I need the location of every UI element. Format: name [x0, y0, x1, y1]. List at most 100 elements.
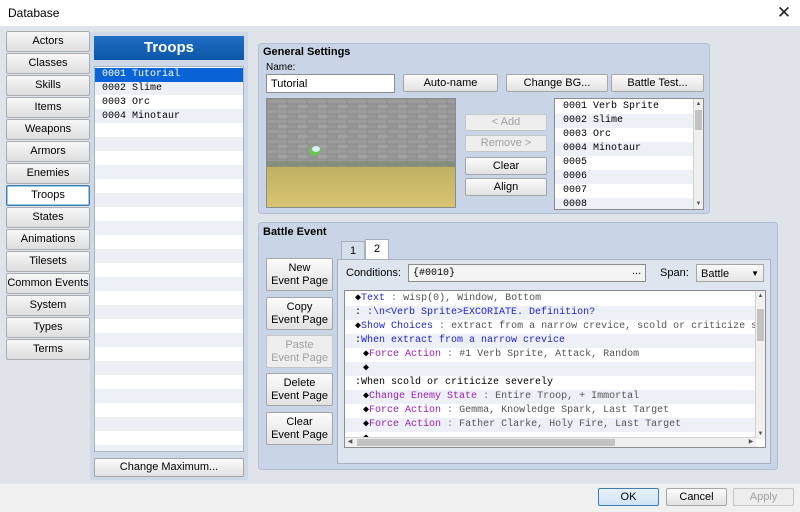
member-row[interactable]: 0007: [555, 184, 695, 198]
nav-items[interactable]: Items: [6, 97, 90, 118]
command-bullet: ◆: [363, 363, 370, 374]
nav-armors[interactable]: Armors: [6, 141, 90, 162]
battle-test-button[interactable]: Battle Test...: [611, 74, 704, 92]
clear-page-line1: Clear: [286, 415, 313, 428]
span-label: Span:: [660, 267, 689, 279]
cancel-button[interactable]: Cancel: [666, 488, 727, 506]
nav-weapons[interactable]: Weapons: [6, 119, 90, 140]
troop-row[interactable]: 0003 Orc: [95, 96, 243, 110]
conditions-ellipsis-button[interactable]: ...: [632, 265, 641, 277]
change-bg-button[interactable]: Change BG...: [506, 74, 608, 92]
scroll-up-icon[interactable]: ▲: [756, 291, 765, 301]
troops-header: Troops: [94, 36, 244, 60]
title-bar: Database ✕: [0, 0, 800, 26]
clear-members-button[interactable]: Clear: [465, 157, 547, 175]
tab-page-1[interactable]: 1: [341, 241, 365, 261]
nav-tilesets[interactable]: Tilesets: [6, 251, 90, 272]
remove-member-button[interactable]: Remove >: [465, 135, 547, 152]
scroll-left-icon[interactable]: ◀: [345, 438, 355, 447]
event-command-line[interactable]: ◆Text : wisp(0), Window, Bottom: [345, 292, 756, 306]
nav-troops[interactable]: Troops: [6, 185, 90, 206]
command-args: Gemma, Knowledge Spark, Last Target: [459, 405, 670, 416]
add-member-button[interactable]: < Add: [465, 114, 547, 131]
ok-button[interactable]: OK: [598, 488, 659, 506]
nav-terms[interactable]: Terms: [6, 339, 90, 360]
member-row[interactable]: 0005: [555, 156, 695, 170]
nav-types[interactable]: Types: [6, 317, 90, 338]
command-args: wisp(0), Window, Bottom: [403, 293, 542, 304]
event-command-line[interactable]: ◆Force Action : #1 Verb Sprite, Attack, …: [345, 348, 756, 362]
command-name: Change Enemy State: [369, 391, 478, 402]
nav-states[interactable]: States: [6, 207, 90, 228]
event-command-line[interactable]: :When scold or criticize severely: [345, 376, 756, 390]
scroll-down-icon[interactable]: ▼: [694, 199, 703, 209]
command-separator: :: [433, 321, 452, 332]
scroll-thumb[interactable]: [757, 309, 764, 341]
chevron-down-icon: ▼: [751, 269, 759, 278]
auto-name-button[interactable]: Auto-name: [403, 74, 498, 92]
change-maximum-button[interactable]: Change Maximum...: [94, 458, 244, 477]
event-list-vscroll[interactable]: ▲ ▼: [755, 291, 765, 439]
troop-row[interactable]: 0001 Tutorial: [95, 68, 243, 82]
scroll-down-icon[interactable]: ▼: [756, 429, 765, 439]
command-args: Entire Troop, + Immortal: [495, 391, 640, 402]
clear-page-line2: Event Page: [271, 428, 328, 441]
paste-event-page-button[interactable]: Paste Event Page: [266, 335, 333, 368]
scroll-thumb[interactable]: [695, 110, 702, 130]
hscroll-thumb[interactable]: [357, 439, 615, 446]
close-icon[interactable]: ✕: [772, 2, 796, 24]
member-row[interactable]: 0002 Slime: [555, 114, 695, 128]
event-command-line[interactable]: ◆Show Choices : extract from a narrow cr…: [345, 320, 756, 334]
event-list-hscroll[interactable]: ◀ ▶: [345, 437, 756, 447]
troop-row[interactable]: 0002 Slime: [95, 82, 243, 96]
command-name: Force Action: [369, 349, 442, 360]
event-command-line[interactable]: :When extract from a narrow crevice: [345, 334, 756, 348]
paste-page-line2: Event Page: [271, 351, 328, 364]
copy-event-page-button[interactable]: Copy Event Page: [266, 297, 333, 330]
enemy-member-list[interactable]: 0008 0007 0006 0005 0004 Minotaur 0003 Orc 000…: [554, 98, 704, 210]
span-value: Battle: [701, 268, 730, 280]
nav-common-events[interactable]: Common Events: [6, 273, 90, 294]
member-row[interactable]: 0003 Orc: [555, 128, 695, 142]
member-row[interactable]: 0004 Minotaur: [555, 142, 695, 156]
command-args: extract from a narrow crevice, scold or …: [451, 321, 756, 332]
troop-list[interactable]: 0001 Tutorial 0002 Slime 0003 Orc 0004 Mino…: [94, 66, 244, 452]
nav-animations[interactable]: Animations: [6, 229, 90, 250]
span-select[interactable]: Battle ▼: [696, 264, 764, 282]
delete-page-line2: Event Page: [271, 389, 328, 402]
command-name: Text: [361, 293, 386, 304]
event-command-list[interactable]: ◆ ◆Force Action : Father Clarke, Holy Fir…: [344, 290, 766, 448]
general-settings-title: General Settings: [263, 46, 351, 58]
member-row[interactable]: 0008: [555, 198, 695, 209]
nav-skills[interactable]: Skills: [6, 75, 90, 96]
member-list-scrollbar[interactable]: ▲ ▼: [693, 99, 703, 209]
troop-row[interactable]: 0004 Minotaur: [95, 110, 243, 124]
command-args: :\n<Verb Sprite>EXCORIATE. Definition?: [367, 307, 596, 318]
new-page-line2: Event Page: [271, 274, 328, 287]
member-row[interactable]: 0001 Verb Sprite: [555, 100, 695, 114]
new-event-page-button[interactable]: New Event Page: [266, 258, 333, 291]
clear-event-page-button[interactable]: Clear Event Page: [266, 412, 333, 445]
event-command-line[interactable]: ◆Change Enemy State : Entire Troop, + Im…: [345, 390, 756, 404]
tab-page-2[interactable]: 2: [365, 239, 389, 261]
nav-system[interactable]: System: [6, 295, 90, 316]
nav-classes[interactable]: Classes: [6, 53, 90, 74]
name-input[interactable]: Tutorial: [266, 74, 395, 93]
apply-button[interactable]: Apply: [733, 488, 794, 506]
battle-background-preview[interactable]: [266, 98, 456, 208]
command-name: When scold or criticize severely: [361, 377, 554, 388]
event-command-line[interactable]: ◆: [345, 362, 756, 376]
conditions-field[interactable]: {#0010}: [408, 264, 646, 282]
battle-event-title: Battle Event: [263, 226, 327, 238]
nav-enemies[interactable]: Enemies: [6, 163, 90, 184]
nav-actors[interactable]: Actors: [6, 31, 90, 52]
scroll-right-icon[interactable]: ▶: [746, 438, 756, 447]
event-command-line[interactable]: ◆Force Action : Gemma, Knowledge Spark, …: [345, 404, 756, 418]
scroll-up-icon[interactable]: ▲: [694, 99, 703, 109]
delete-event-page-button[interactable]: Delete Event Page: [266, 373, 333, 406]
window-title: Database: [8, 6, 60, 20]
event-command-line[interactable]: ◆Force Action : Father Clarke, Holy Fire…: [345, 418, 756, 432]
member-row[interactable]: 0006: [555, 170, 695, 184]
align-members-button[interactable]: Align: [465, 178, 547, 196]
event-command-line[interactable]: : :\n<Verb Sprite>EXCORIATE. Definition?: [345, 306, 756, 320]
